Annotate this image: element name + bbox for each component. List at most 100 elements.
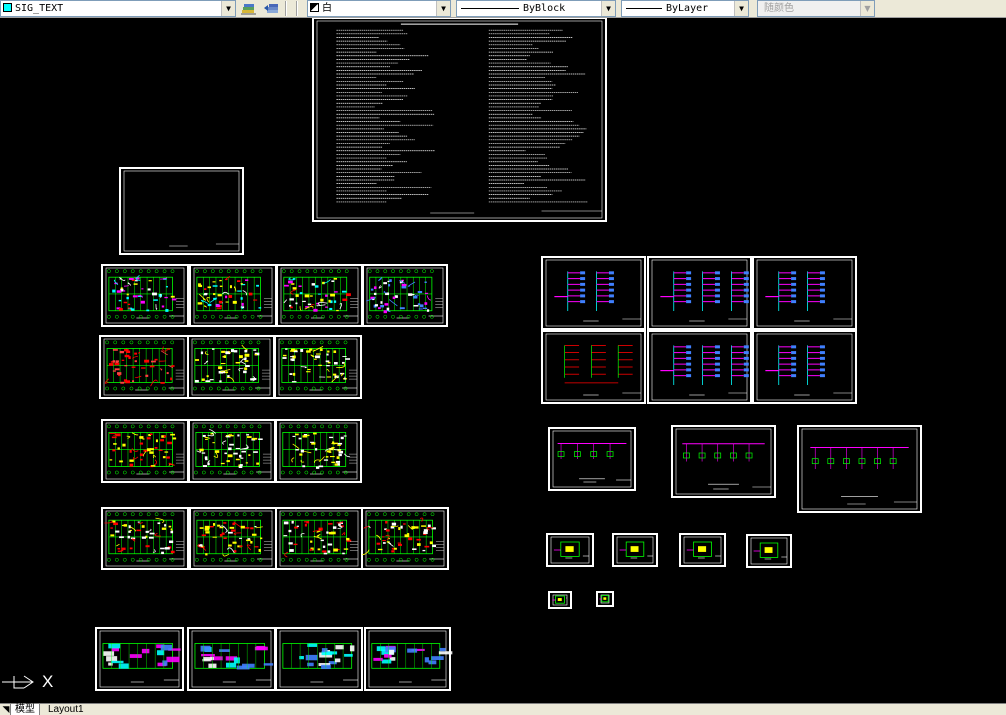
- plan-device: [137, 521, 140, 523]
- plan-device: [161, 527, 167, 530]
- plan-device: [201, 378, 205, 381]
- plan-device: [250, 540, 253, 544]
- lineweight-dropdown[interactable]: ByLayer ▼: [621, 0, 749, 17]
- layer-previous-icon[interactable]: [263, 0, 280, 17]
- plan-device: [314, 285, 319, 288]
- section-fill: [428, 660, 437, 665]
- plan-device: [212, 281, 216, 283]
- axis-bubble: [130, 557, 135, 562]
- plan-device: [212, 523, 216, 526]
- panel-box: [686, 368, 692, 372]
- plan-device: [165, 286, 168, 288]
- plan-device: [318, 293, 321, 295]
- axis-bubble: [170, 512, 175, 517]
- axis-bubble: [343, 340, 348, 345]
- panel-box: [686, 282, 692, 286]
- plan-device: [150, 360, 156, 363]
- axis-bubble: [383, 314, 388, 319]
- plan-device: [119, 536, 124, 539]
- axis-bubble: [170, 340, 175, 345]
- axis-bubble: [328, 470, 332, 475]
- axis-bubble: [107, 512, 111, 517]
- plan-device: [146, 437, 151, 440]
- model-space-drawing[interactable]: [0, 18, 1006, 703]
- color-dropdown[interactable]: 白 ▼: [307, 0, 451, 17]
- panel-box: [714, 288, 720, 292]
- axis-bubble: [335, 340, 340, 345]
- plan-device: [229, 443, 234, 446]
- axis-bubble: [162, 512, 167, 517]
- chevron-down-icon[interactable]: ▼: [734, 1, 748, 16]
- axis-bubble: [218, 269, 223, 274]
- plan-device: [337, 444, 341, 446]
- section-fill: [141, 648, 150, 654]
- plan-device: [194, 379, 199, 383]
- layer-dropdown[interactable]: SIG_TEXT ▼: [0, 0, 236, 17]
- axis-bubble: [367, 512, 371, 517]
- tab-model[interactable]: 模型: [10, 704, 40, 715]
- drawing-canvas[interactable]: [0, 18, 1006, 703]
- plan-device: [239, 464, 243, 467]
- plan-device: [200, 351, 204, 355]
- plan-device: [291, 520, 294, 524]
- panel-box: [819, 271, 825, 275]
- axis-bubble: [202, 314, 207, 319]
- chevron-down-icon[interactable]: ▼: [601, 1, 615, 16]
- axis-bubble: [367, 314, 372, 319]
- plan-device: [232, 300, 237, 304]
- plan-device: [343, 548, 349, 550]
- panel-box: [819, 300, 825, 304]
- drawing-sheet: [189, 507, 277, 570]
- plan-device: [214, 450, 220, 453]
- plan-device: [209, 379, 214, 381]
- plotstyle-dropdown: 随颜色 ▼: [757, 0, 875, 17]
- linetype-dropdown[interactable]: ByBlock ▼: [456, 0, 616, 17]
- panel-box: [791, 294, 797, 298]
- plan-wiring: [204, 436, 211, 439]
- plan-device: [336, 309, 339, 312]
- plan-device: [307, 368, 311, 371]
- chevron-down-icon[interactable]: ▼: [436, 1, 450, 16]
- panel-box: [714, 277, 720, 281]
- axis-bubble: [257, 424, 262, 429]
- panel-box: [608, 271, 614, 275]
- plan-wiring: [153, 459, 157, 466]
- plan-device: [320, 298, 324, 302]
- plan-device: [217, 524, 221, 527]
- plan-wiring: [203, 360, 209, 365]
- plan-device: [418, 308, 423, 310]
- plan-wiring: [426, 295, 432, 301]
- sheet-inner-border: [801, 428, 918, 510]
- plan-device: [170, 295, 175, 298]
- plan-device: [232, 522, 235, 526]
- plan-wiring: [378, 276, 383, 281]
- plan-device: [302, 300, 306, 303]
- axis-bubble: [145, 340, 150, 345]
- ucs-x-label: X: [42, 672, 54, 691]
- drawing-sheet: [275, 627, 363, 691]
- chevron-down-icon[interactable]: ▼: [221, 1, 235, 16]
- plan-device: [291, 283, 295, 285]
- plan-device: [168, 525, 172, 528]
- plan-device: [111, 436, 117, 439]
- plan-device: [288, 280, 293, 284]
- axis-bubble: [202, 269, 207, 274]
- plan-device: [322, 550, 327, 553]
- axis-bubble: [122, 557, 127, 562]
- tab-layout1[interactable]: Layout1: [44, 704, 88, 715]
- plan-device: [167, 441, 173, 445]
- axis-bubble: [114, 314, 119, 319]
- plan-device: [157, 522, 161, 525]
- layer-properties-icon[interactable]: [240, 0, 257, 17]
- plan-device: [240, 283, 243, 285]
- plan-device: [217, 294, 222, 297]
- axis-bubble: [336, 314, 341, 319]
- plan-device: [315, 353, 321, 355]
- axis-bubble: [130, 424, 135, 429]
- plan-device: [318, 465, 324, 468]
- plan-wiring: [203, 546, 207, 551]
- plan-device: [228, 295, 233, 298]
- plan-wiring: [300, 366, 307, 369]
- axis-bubble: [114, 512, 119, 517]
- axis-bubble: [154, 269, 159, 274]
